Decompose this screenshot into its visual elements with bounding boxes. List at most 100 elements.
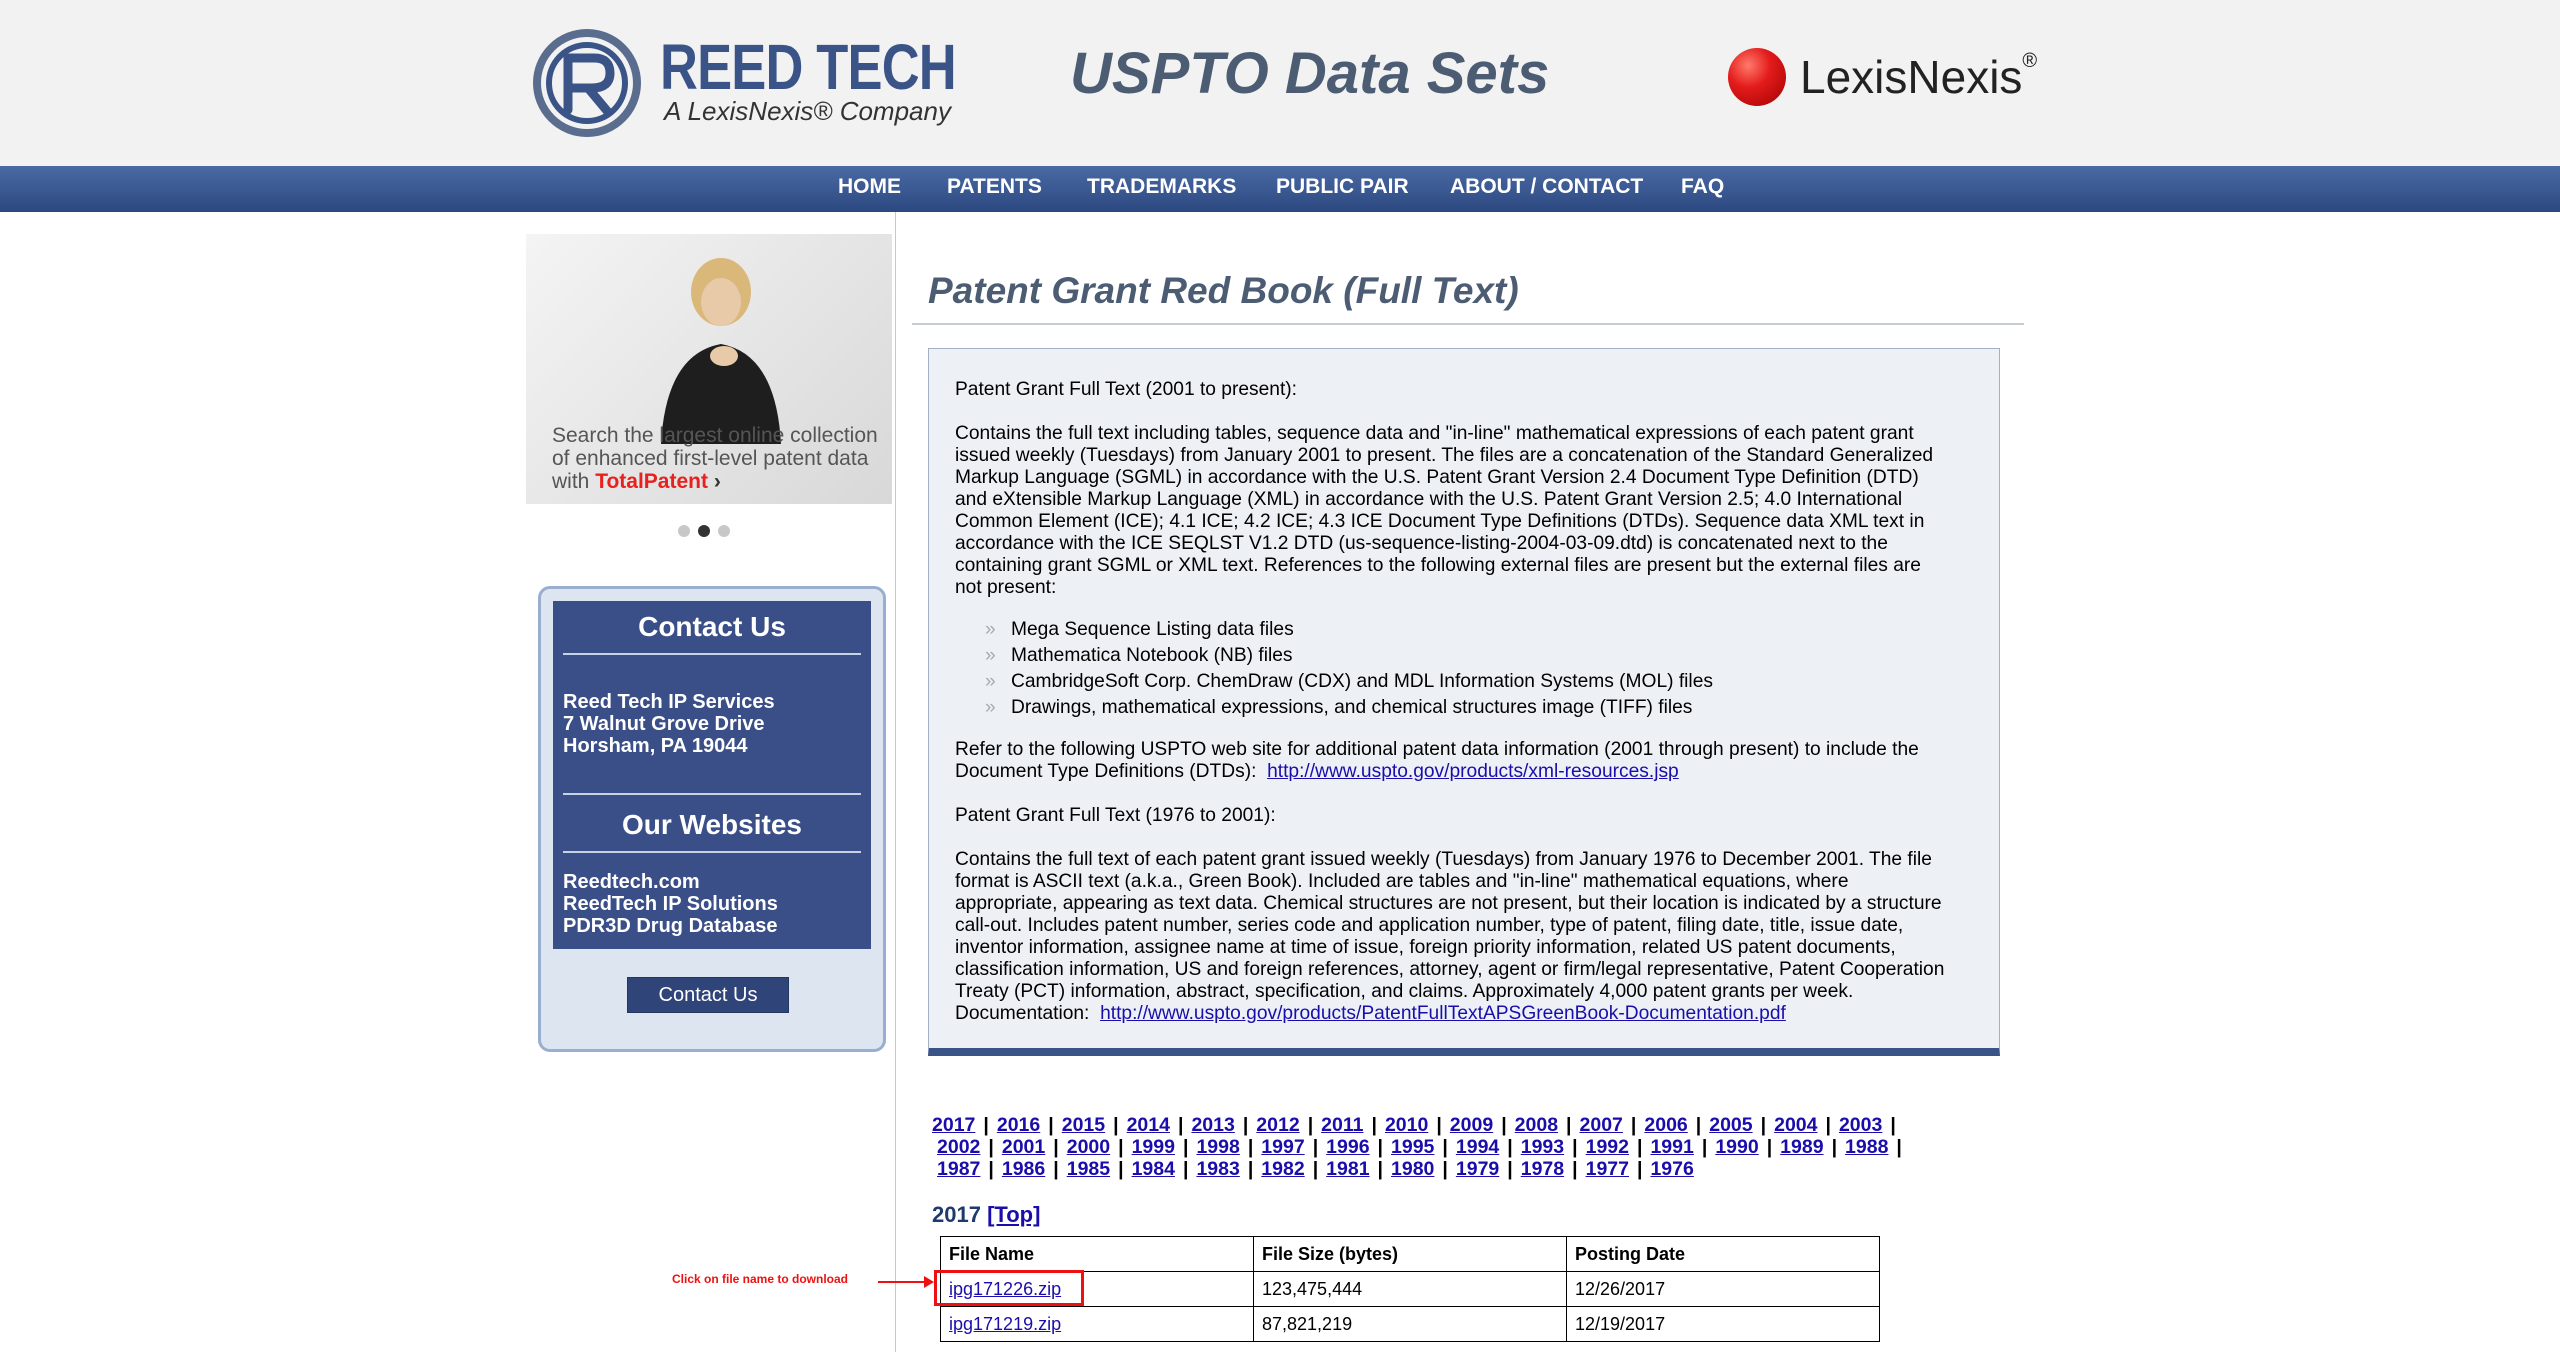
year-link-2012[interactable]: 2012 [1256,1114,1299,1136]
year-link-1983[interactable]: 1983 [1196,1158,1239,1180]
year-separator: | [1442,1158,1447,1180]
header-file-name: File Name [941,1237,1254,1272]
year-separator: | [1890,1114,1895,1136]
year-link-2009[interactable]: 2009 [1450,1114,1493,1136]
year-link-2015[interactable]: 2015 [1062,1114,1105,1136]
year-link-2004[interactable]: 2004 [1774,1114,1817,1136]
year-separator: | [1113,1114,1118,1136]
year-link-1999[interactable]: 1999 [1132,1136,1175,1158]
year-link-1993[interactable]: 1993 [1521,1136,1564,1158]
year-link-2010[interactable]: 2010 [1385,1114,1428,1136]
nav-patents[interactable]: PATENTS [947,166,1042,212]
table-row: ipg171219.zip 87,821,219 12/19/2017 [941,1307,1880,1342]
year-link-1980[interactable]: 1980 [1391,1158,1434,1180]
year-link-1976[interactable]: 1976 [1650,1158,1693,1180]
year-link-2003[interactable]: 2003 [1839,1114,1882,1136]
year-link-1995[interactable]: 1995 [1391,1136,1434,1158]
year-link-1979[interactable]: 1979 [1456,1158,1499,1180]
brand-subtitle: A LexisNexis® Company [664,96,951,127]
year-separator: | [1053,1136,1058,1158]
year-link-1992[interactable]: 1992 [1586,1136,1629,1158]
nav-public-pair[interactable]: PUBLIC PAIR [1276,166,1409,212]
page-title: Patent Grant Red Book (Full Text) [928,270,1519,312]
xml-resources-link[interactable]: http://www.uspto.gov/products/xml-resour… [1267,761,1679,782]
totalpatent-promo-banner[interactable]: Search the largest online collection of … [526,234,892,504]
year-link-1988[interactable]: 1988 [1845,1136,1888,1158]
year-link-1978[interactable]: 1978 [1521,1158,1564,1180]
year-link-2007[interactable]: 2007 [1580,1114,1623,1136]
website-link-reedtech[interactable]: Reedtech.com [563,871,778,893]
year-link-2014[interactable]: 2014 [1127,1114,1170,1136]
text-line: Contains the full text including tables,… [955,423,1955,445]
year-link-1998[interactable]: 1998 [1196,1136,1239,1158]
year-link-1985[interactable]: 1985 [1067,1158,1110,1180]
contact-panel: Contact Us Reed Tech IP Services 7 Walnu… [553,601,871,949]
website-link-ip-solutions[interactable]: ReedTech IP Solutions [563,893,778,915]
year-link-1990[interactable]: 1990 [1715,1136,1758,1158]
chevron-right-icon: › [714,470,721,493]
text-line: containing grant SGML or XML text. Refer… [955,555,1955,577]
carousel-dot-1[interactable] [678,525,690,537]
year-link-1986[interactable]: 1986 [1002,1158,1045,1180]
year-link-2001[interactable]: 2001 [1002,1136,1045,1158]
year-link-2013[interactable]: 2013 [1191,1114,1234,1136]
year-links: 2017|2016|2015|2014|2013|2012|2011|2010|… [932,1114,1910,1180]
year-link-2008[interactable]: 2008 [1515,1114,1558,1136]
year-link-2016[interactable]: 2016 [997,1114,1040,1136]
year-separator: | [1248,1136,1253,1158]
year-link-1996[interactable]: 1996 [1326,1136,1369,1158]
description-box: Patent Grant Full Text (2001 to present)… [928,348,2000,1056]
carousel-dot-3[interactable] [718,525,730,537]
year-separator: | [1371,1114,1376,1136]
year-link-1977[interactable]: 1977 [1586,1158,1629,1180]
totalpatent-link[interactable]: TotalPatent [595,470,708,493]
contact-us-button[interactable]: Contact Us [627,977,789,1013]
reed-tech-logo-icon[interactable] [532,28,642,138]
nav-faq[interactable]: FAQ [1681,166,1724,212]
year-link-1982[interactable]: 1982 [1261,1158,1304,1180]
year-row-1: 2017|2016|2015|2014|2013|2012|2011|2010|… [932,1114,1910,1136]
year-link-1987[interactable]: 1987 [937,1158,980,1180]
text-line: classification information, US and forei… [955,959,1955,981]
file-link[interactable]: ipg171219.zip [949,1314,1061,1334]
year-link-2005[interactable]: 2005 [1709,1114,1752,1136]
year-separator: | [1566,1114,1571,1136]
brand-title[interactable]: REED TECH [660,30,956,104]
top-link[interactable]: [Top] [987,1202,1040,1227]
nav-home[interactable]: HOME [838,166,901,212]
website-link-pdr3d[interactable]: PDR3D Drug Database [563,915,778,937]
address-line-2: 7 Walnut Grove Drive [563,713,775,735]
green-book-documentation-link[interactable]: http://www.uspto.gov/products/PatentFull… [1100,1003,1786,1024]
promo-person-image [646,244,796,444]
year-separator: | [1637,1136,1642,1158]
table-header-row: File Name File Size (bytes) Posting Date [941,1237,1880,1272]
year-separator: | [1761,1114,1766,1136]
nav-trademarks[interactable]: TRADEMARKS [1087,166,1236,212]
year-link-1989[interactable]: 1989 [1780,1136,1823,1158]
text-line: issued weekly (Tuesdays) from January 20… [955,445,1955,467]
text-line: Common Element (ICE); 4.1 ICE; 4.2 ICE; … [955,511,1955,533]
year-link-2006[interactable]: 2006 [1644,1114,1687,1136]
year-link-2002[interactable]: 2002 [937,1136,980,1158]
websites-heading: Our Websites [553,809,871,841]
year-link-1984[interactable]: 1984 [1132,1158,1175,1180]
address-line-1: Reed Tech IP Services [563,691,775,713]
list-item: Mega Sequence Listing data files [985,617,1713,643]
year-separator: | [1053,1158,1058,1180]
year-separator: | [1832,1136,1837,1158]
year-link-1991[interactable]: 1991 [1650,1136,1693,1158]
year-link-2017[interactable]: 2017 [932,1114,975,1136]
file-size: 87,821,219 [1254,1307,1567,1342]
text-line: Treaty (PCT) information, abstract, spec… [955,981,1955,1003]
year-link-2000[interactable]: 2000 [1067,1136,1110,1158]
year-link-2011[interactable]: 2011 [1321,1114,1363,1136]
text-line: not present: [955,577,1955,599]
carousel-dot-2[interactable] [698,525,710,537]
lexisnexis-logo[interactable]: LexisNexis® [1728,46,2028,108]
nav-about-contact[interactable]: ABOUT / CONTACT [1450,166,1643,212]
year-separator: | [1118,1158,1123,1180]
year-link-1997[interactable]: 1997 [1261,1136,1304,1158]
annotation-arrow-line [878,1281,930,1283]
year-link-1994[interactable]: 1994 [1456,1136,1499,1158]
year-link-1981[interactable]: 1981 [1326,1158,1369,1180]
